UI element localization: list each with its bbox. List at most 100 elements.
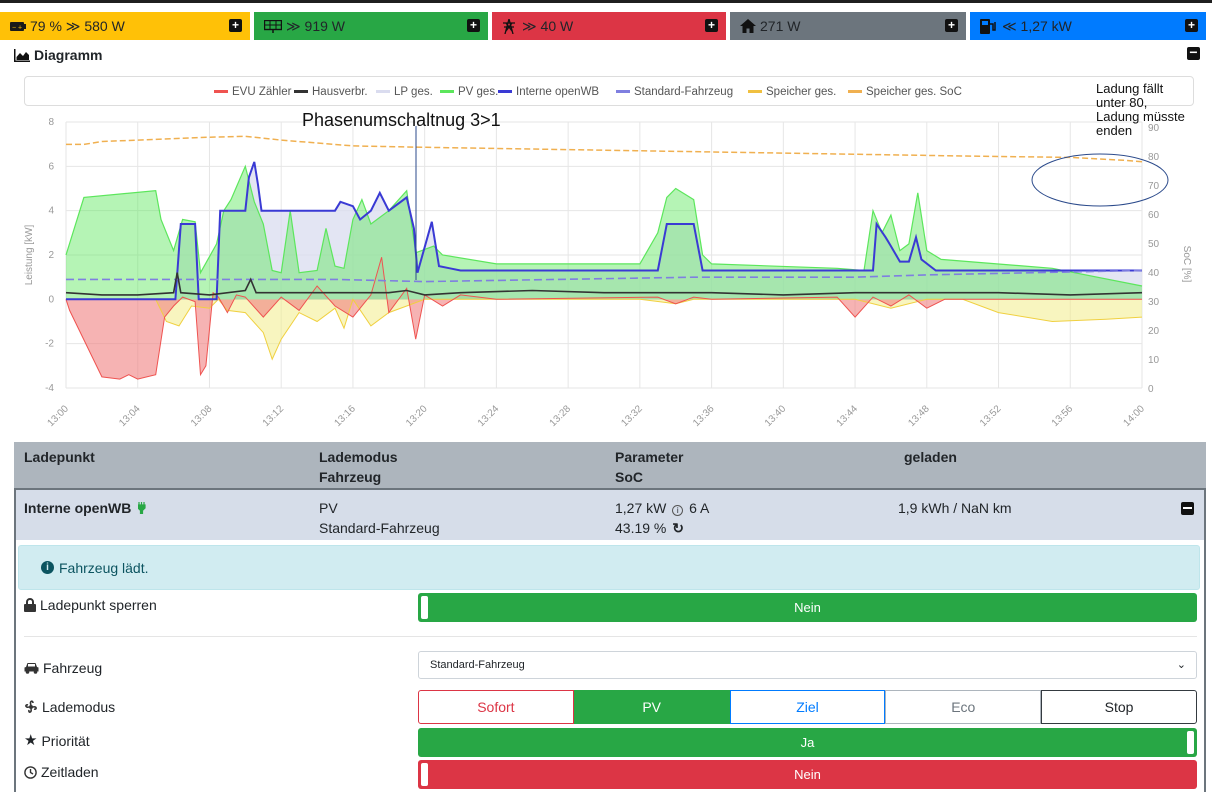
status-bar: − + 79 % ≫ 580 W + ≫ 919 W + ≫ 40 W + 27… bbox=[0, 6, 1212, 40]
divider bbox=[24, 636, 1197, 637]
timed-label: Zeitladen bbox=[24, 764, 418, 780]
area-chart-icon bbox=[14, 48, 30, 62]
timed-label-text: Zeitladen bbox=[41, 764, 99, 780]
x-tick-label: 13:12 bbox=[261, 403, 287, 429]
y2-tick-label: 20 bbox=[1148, 326, 1160, 337]
car-icon bbox=[24, 663, 39, 674]
col-lademodus: Lademodus bbox=[319, 449, 398, 465]
battery-icon: − + bbox=[10, 21, 26, 31]
chargepoint-row[interactable]: Interne openWB PV Standard-Fahrzeug 1,27… bbox=[14, 488, 1206, 540]
timed-toggle-knob bbox=[421, 763, 428, 786]
legend-swatch bbox=[214, 90, 228, 93]
house-status[interactable]: 271 W + bbox=[730, 12, 966, 40]
x-tick-label: 14:00 bbox=[1121, 403, 1147, 429]
chevron-down-icon: ⌄ bbox=[1176, 659, 1186, 671]
battery-status[interactable]: − + 79 % ≫ 580 W + bbox=[0, 12, 250, 40]
clock-icon bbox=[24, 765, 37, 779]
y2-axis-label: SoC [%] bbox=[1181, 246, 1192, 283]
svg-text:− +: − + bbox=[12, 24, 22, 31]
expand-charge-button[interactable]: + bbox=[1185, 19, 1198, 32]
legend-label: LP ges. bbox=[394, 86, 433, 98]
legend-swatch bbox=[376, 90, 390, 93]
x-tick-label: 13:20 bbox=[404, 403, 430, 429]
chargepoint-soc: 43.19 % bbox=[615, 520, 667, 536]
y-tick-label: 4 bbox=[48, 206, 54, 217]
col-ladepunkt: Ladepunkt bbox=[24, 449, 95, 465]
priority-label: ★ Priorität bbox=[24, 733, 418, 749]
soc-note-annotation: Ladung müsste bbox=[1096, 109, 1185, 124]
charging-station-icon bbox=[980, 18, 996, 34]
diagram-header[interactable]: Diagramm − bbox=[14, 44, 1200, 66]
y-tick-label: 0 bbox=[48, 294, 54, 305]
plug-icon bbox=[137, 502, 146, 515]
charge-status[interactable]: ≪ 1,27 kW + bbox=[970, 12, 1206, 40]
refresh-icon[interactable]: ↻ bbox=[672, 520, 684, 536]
legend-swatch bbox=[848, 90, 862, 93]
mode-pv-button[interactable]: PV bbox=[573, 690, 730, 724]
x-tick-label: 13:08 bbox=[189, 403, 215, 429]
y-tick-label: -4 bbox=[45, 383, 54, 394]
chargepoint-soc-cell: 43.19 % ↻ bbox=[615, 518, 684, 538]
x-tick-label: 13:04 bbox=[117, 403, 143, 429]
expand-grid-button[interactable]: + bbox=[705, 19, 718, 32]
chargepoint-mode: PV bbox=[319, 500, 338, 516]
vehicle-select[interactable]: Standard-Fahrzeug ⌄ bbox=[418, 651, 1197, 679]
legend-swatch bbox=[616, 90, 630, 93]
mode-ziel-button[interactable]: Ziel bbox=[729, 690, 886, 724]
charge-power: 1,27 kW bbox=[615, 500, 667, 516]
expand-pv-button[interactable]: + bbox=[467, 19, 480, 32]
mode-sofort-button[interactable]: Sofort bbox=[418, 690, 574, 724]
charge-status-text: ≪ 1,27 kW bbox=[1002, 17, 1072, 34]
chargepoint-name-cell: Interne openWB bbox=[24, 498, 147, 518]
chart: -4 -2 0 2 4 6 8 13:00 13:04 13:08 13:12 13:16 13:20 1… bbox=[18, 74, 1200, 436]
collapse-chargepoint-button[interactable] bbox=[1181, 502, 1194, 515]
y-tick-label: -2 bbox=[45, 339, 54, 350]
grid-status[interactable]: ≫ 40 W + bbox=[492, 12, 726, 40]
star-icon: ★ bbox=[24, 732, 38, 749]
legend-label: Hausverbr. bbox=[312, 86, 368, 98]
x-tick-label: 13:16 bbox=[332, 403, 358, 429]
col-fahrzeug: Fahrzeug bbox=[319, 469, 382, 485]
x-tick-label: 13:44 bbox=[835, 403, 861, 429]
mode-eco-button[interactable]: Eco bbox=[885, 690, 1042, 724]
priority-toggle-knob bbox=[1187, 731, 1194, 754]
chart-svg: -4 -2 0 2 4 6 8 13:00 13:04 13:08 13:12 13:16 13:20 1… bbox=[24, 81, 1192, 429]
mode-stop-button[interactable]: Stop bbox=[1041, 690, 1197, 724]
priority-toggle-value: Ja bbox=[800, 735, 815, 750]
lock-label: Ladepunkt sperren bbox=[24, 597, 418, 613]
priority-toggle[interactable]: Ja bbox=[418, 728, 1197, 757]
col-parameter: Parameter bbox=[615, 449, 684, 465]
timed-toggle[interactable]: Nein bbox=[418, 760, 1197, 789]
soc-note-annotation: unter 80, bbox=[1096, 95, 1147, 110]
x-tick-label: 13:56 bbox=[1050, 403, 1076, 429]
x-tick-label: 13:32 bbox=[619, 403, 645, 429]
x-tick-label: 13:36 bbox=[691, 403, 717, 429]
x-tick-label: 13:00 bbox=[45, 403, 71, 429]
y2-tick-label: 50 bbox=[1148, 239, 1160, 250]
y-tick-label: 6 bbox=[48, 161, 54, 172]
info-circle-icon[interactable]: i bbox=[672, 505, 684, 516]
chargepoint-parameters: 1,27 kW i 6 A bbox=[615, 498, 709, 518]
lock-toggle[interactable]: Nein bbox=[418, 593, 1197, 622]
y2-tick-label: 60 bbox=[1148, 210, 1160, 221]
chargepoint-charged: 1,9 kWh / NaN km bbox=[898, 500, 1012, 516]
col-geladen: geladen bbox=[904, 449, 957, 465]
legend-label: EVU Zähler bbox=[232, 86, 292, 98]
expand-battery-button[interactable]: + bbox=[229, 19, 242, 32]
soc-note-annotation: enden bbox=[1096, 123, 1132, 138]
lock-label-text: Ladepunkt sperren bbox=[40, 597, 157, 613]
x-tick-label: 13:40 bbox=[763, 403, 789, 429]
y2-tick-label: 10 bbox=[1148, 355, 1160, 366]
y-tick-label: 8 bbox=[48, 117, 54, 128]
y2-tick-label: 40 bbox=[1148, 268, 1160, 279]
collapse-diagram-button[interactable]: − bbox=[1187, 45, 1200, 60]
y2-tick-label: 70 bbox=[1148, 181, 1160, 192]
legend-label: Speicher ges. bbox=[766, 86, 836, 98]
legend-label: PV ges. bbox=[458, 86, 498, 98]
pv-status[interactable]: ≫ 919 W + bbox=[254, 12, 488, 40]
y2-tick-label: 0 bbox=[1148, 384, 1154, 395]
phase-switch-annotation: Phasenumschaltnug 3>1 bbox=[302, 110, 501, 130]
legend-swatch bbox=[748, 90, 762, 93]
vehicle-select-value: Standard-Fahrzeug bbox=[430, 659, 525, 671]
expand-house-button[interactable]: + bbox=[945, 19, 958, 32]
